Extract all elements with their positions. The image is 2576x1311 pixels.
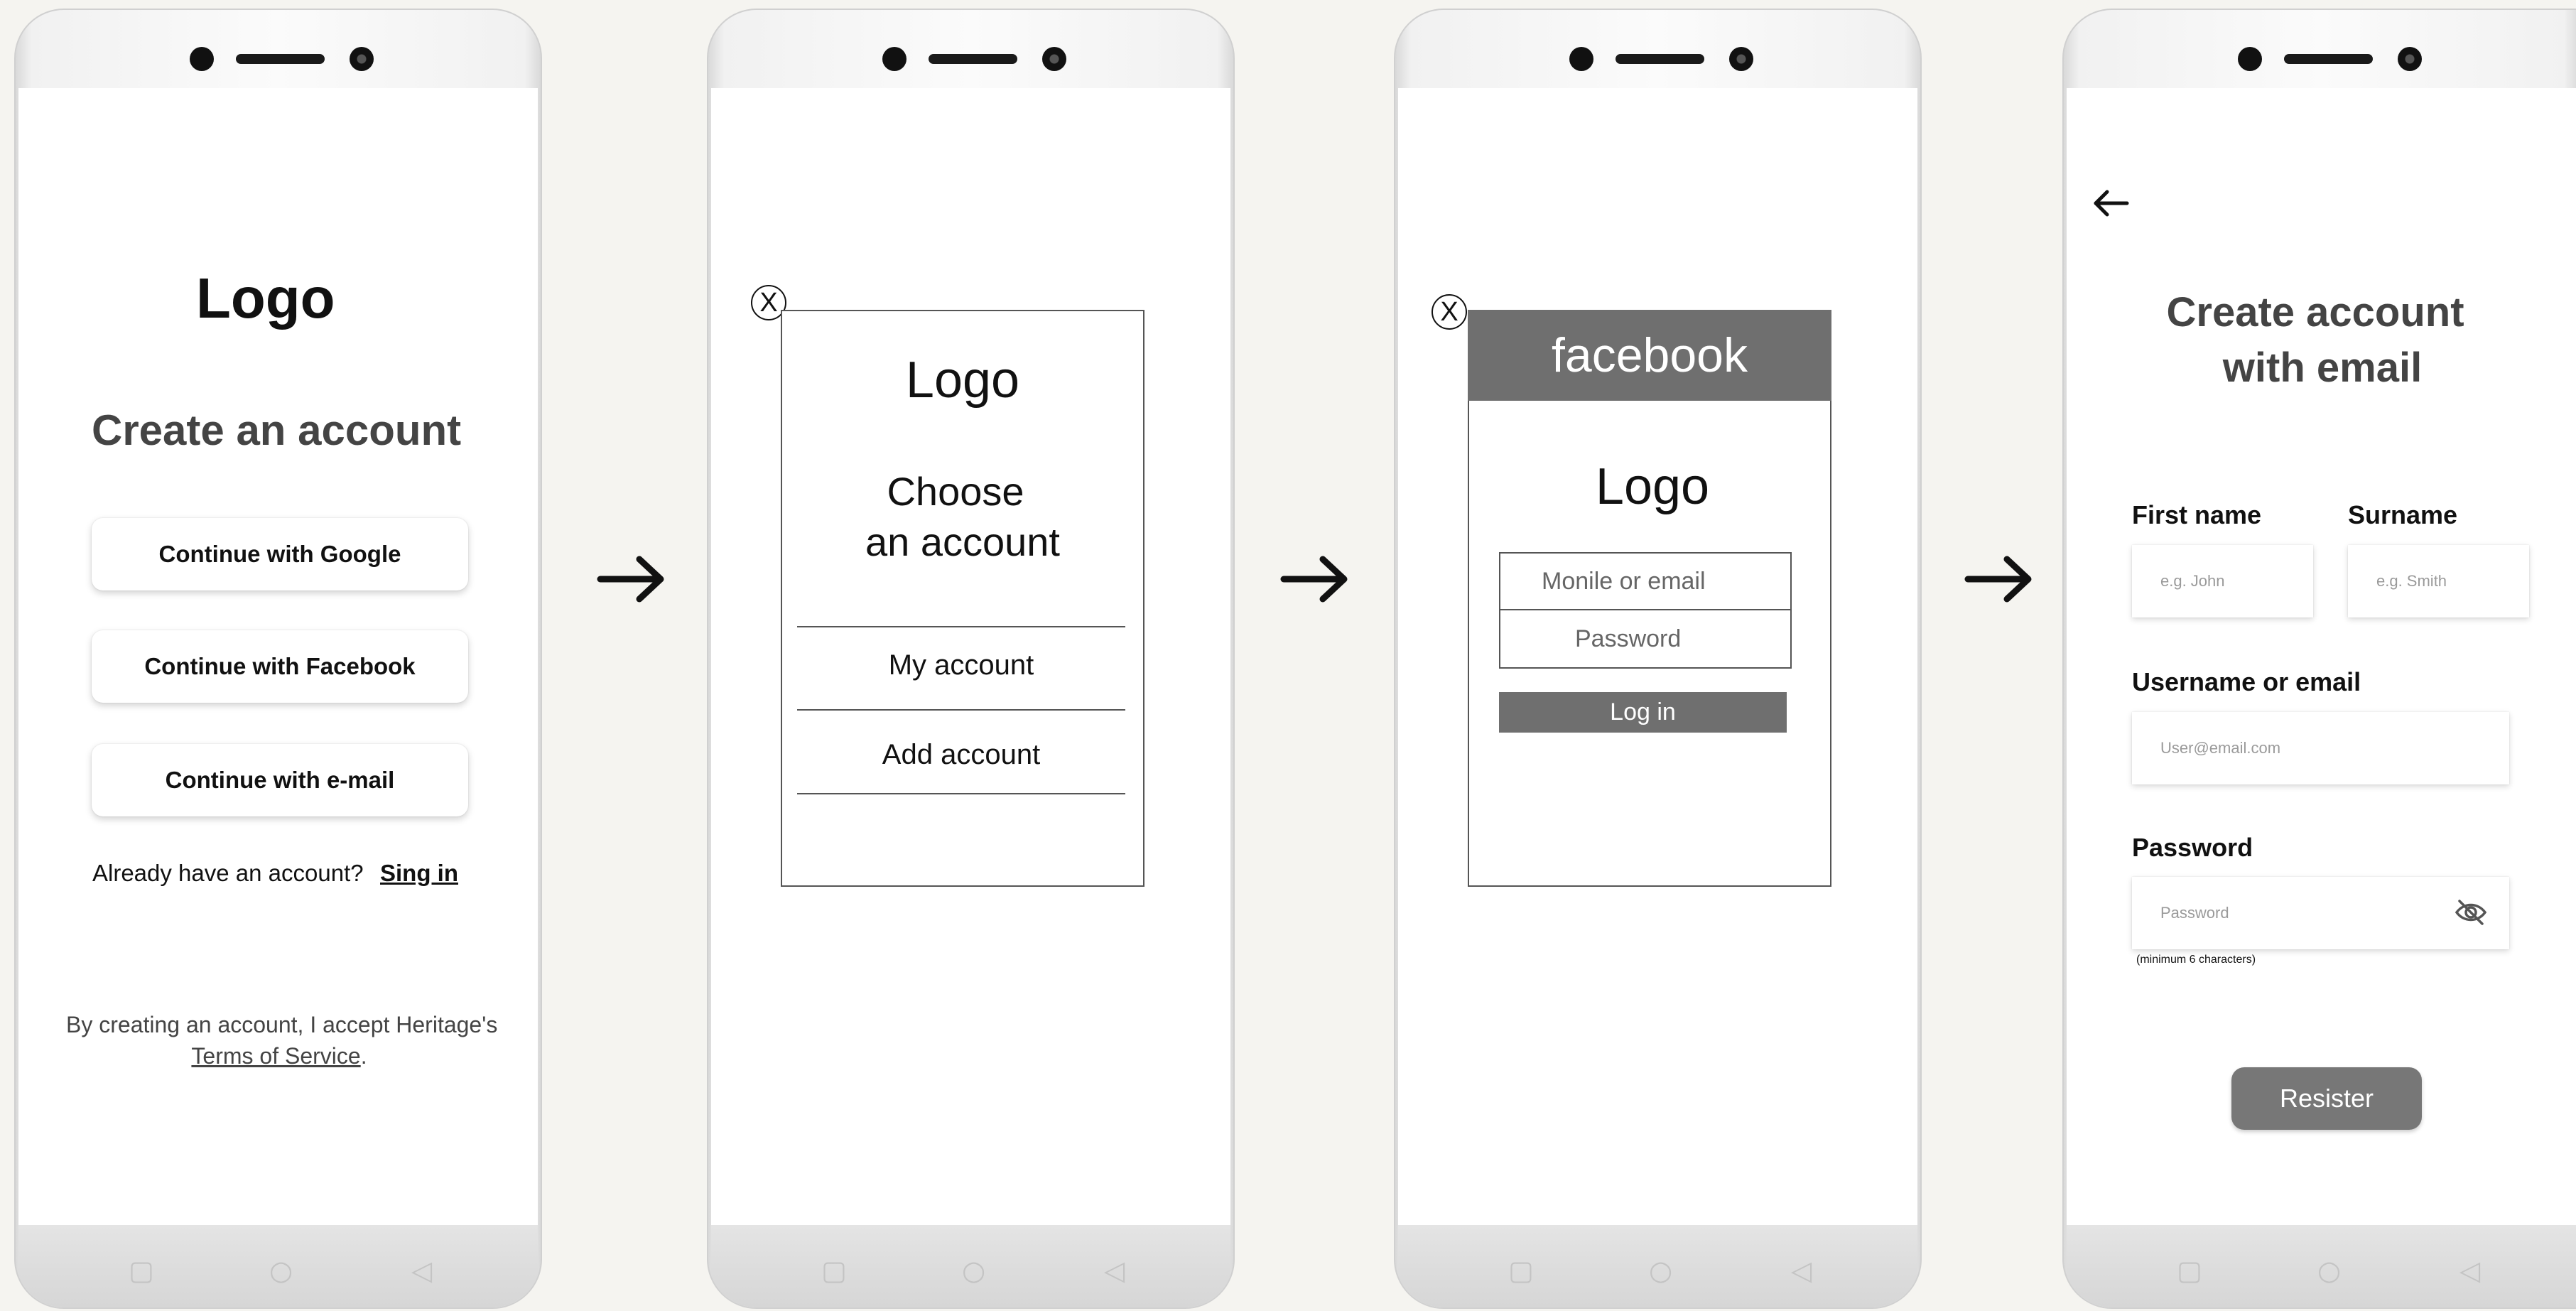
phone-sensor xyxy=(350,47,374,71)
divider xyxy=(797,793,1125,794)
screen-choose-account: X Logo Choose an account My account Add … xyxy=(711,88,1230,1225)
password-input[interactable]: Password xyxy=(2132,877,2509,949)
home-icon[interactable]: ○ xyxy=(1649,1257,1672,1284)
android-navbar: ▢ ○ ◁ xyxy=(711,1225,1230,1307)
first-name-label: First name xyxy=(2132,500,2262,529)
logo: Logo xyxy=(196,266,335,330)
terms-of-service-link[interactable]: Terms of Service xyxy=(191,1043,360,1069)
phone-camera xyxy=(882,47,907,71)
divider xyxy=(797,626,1125,627)
add-account-option[interactable]: Add account xyxy=(797,739,1125,771)
phone-choose-account: X Logo Choose an account My account Add … xyxy=(707,9,1235,1309)
home-icon[interactable]: ○ xyxy=(2317,1257,2341,1284)
first-name-input[interactable]: e.g. John xyxy=(2132,545,2313,617)
password-input[interactable]: Password xyxy=(1499,609,1792,669)
back-nav-icon[interactable]: ◁ xyxy=(1791,1257,1812,1284)
screen-create-with-email: Create account with email First name Sur… xyxy=(2067,88,2576,1225)
username-label: Username or email xyxy=(2132,667,2361,696)
eye-hidden-icon[interactable] xyxy=(2454,897,2488,928)
arrow-right-icon xyxy=(1280,556,1348,603)
phone-speaker xyxy=(236,54,325,64)
password-hint: (minimum 6 characters) xyxy=(2136,954,2256,966)
phone-sensor xyxy=(1042,47,1066,71)
surname-input[interactable]: e.g. Smith xyxy=(2348,545,2529,617)
back-arrow-icon[interactable] xyxy=(2091,188,2130,219)
phone-sensor xyxy=(2398,47,2422,71)
my-account-option[interactable]: My account xyxy=(797,649,1125,681)
terms-line2: Terms of Service. xyxy=(66,1043,492,1069)
recent-apps-icon[interactable]: ▢ xyxy=(1508,1257,1534,1284)
mobile-email-input[interactable]: Monile or email xyxy=(1499,552,1792,610)
already-account-text: Already have an account? xyxy=(92,860,364,886)
back-nav-icon[interactable]: ◁ xyxy=(1104,1257,1125,1284)
phone-facebook-login: X facebook Logo Monile or email Password… xyxy=(1394,9,1922,1309)
sign-in-link[interactable]: Sing in xyxy=(380,860,458,887)
phone-speaker xyxy=(1616,54,1704,64)
back-nav-icon[interactable]: ◁ xyxy=(2459,1257,2480,1284)
choose-title-line1: Choose xyxy=(887,469,1024,514)
page-title-line1: Create account xyxy=(2166,289,2464,335)
phone-speaker xyxy=(2284,54,2373,64)
continue-google-button[interactable]: Continue with Google xyxy=(92,518,468,590)
recent-apps-icon[interactable]: ▢ xyxy=(821,1257,847,1284)
surname-label: Surname xyxy=(2348,500,2458,529)
terms-period: . xyxy=(360,1043,367,1069)
username-input[interactable]: User@email.com xyxy=(2132,712,2509,784)
dialog-logo: Logo xyxy=(905,352,1020,409)
android-navbar: ▢ ○ ◁ xyxy=(2067,1225,2576,1307)
phone-sensor xyxy=(1729,47,1753,71)
home-icon[interactable]: ○ xyxy=(962,1257,985,1284)
screen-create-account: Logo Create an account Continue with Goo… xyxy=(18,88,538,1225)
phone-create-account: Logo Create an account Continue with Goo… xyxy=(14,9,542,1309)
page-title: Create an account xyxy=(92,406,462,454)
recent-apps-icon[interactable]: ▢ xyxy=(2177,1257,2202,1284)
phone-camera xyxy=(190,47,214,71)
divider xyxy=(797,709,1125,711)
dialog-logo: Logo xyxy=(1595,458,1710,515)
choose-title-line2: an account xyxy=(865,519,1060,564)
facebook-header: facebook xyxy=(1468,310,1831,401)
password-label: Password xyxy=(2132,833,2253,862)
continue-email-button[interactable]: Continue with e-mail xyxy=(92,744,468,816)
android-navbar: ▢ ○ ◁ xyxy=(18,1225,538,1307)
password-placeholder: Password xyxy=(2160,904,2229,922)
arrow-right-icon xyxy=(1964,556,2032,603)
login-button[interactable]: Log in xyxy=(1499,692,1787,733)
android-navbar: ▢ ○ ◁ xyxy=(1398,1225,1917,1307)
register-button[interactable]: Resister xyxy=(2231,1067,2422,1130)
recent-apps-icon[interactable]: ▢ xyxy=(129,1257,154,1284)
phone-camera xyxy=(2238,47,2262,71)
back-nav-icon[interactable]: ◁ xyxy=(411,1257,432,1284)
continue-facebook-button[interactable]: Continue with Facebook xyxy=(92,630,468,703)
phone-create-with-email: Create account with email First name Sur… xyxy=(2062,9,2576,1309)
page-title-line2: with email xyxy=(2222,345,2423,391)
phone-camera xyxy=(1569,47,1593,71)
arrow-right-icon xyxy=(597,556,664,603)
terms-text: By creating an account, I accept Heritag… xyxy=(66,1012,498,1037)
close-icon[interactable]: X xyxy=(1432,294,1467,330)
phone-speaker xyxy=(929,54,1017,64)
screen-facebook-login: X facebook Logo Monile or email Password… xyxy=(1398,88,1917,1225)
home-icon[interactable]: ○ xyxy=(269,1257,293,1284)
